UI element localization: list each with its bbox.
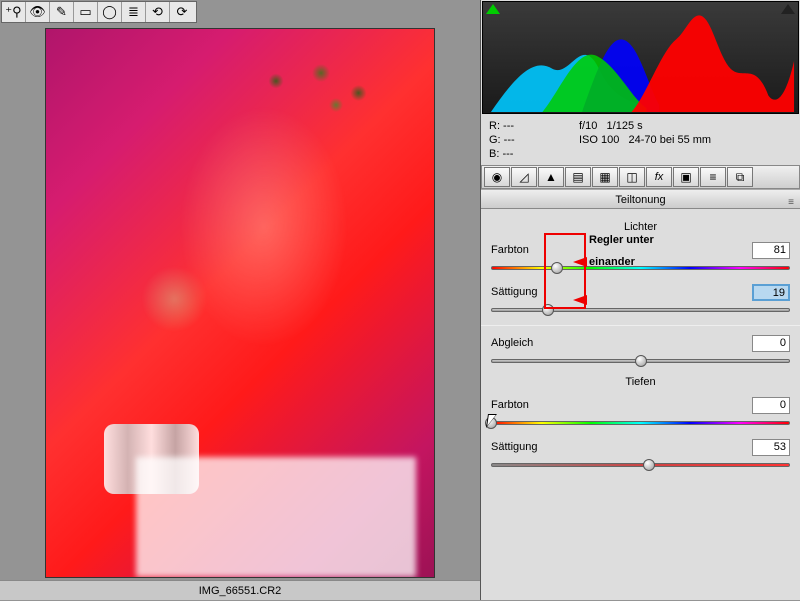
iso-label: ISO 100 (579, 134, 619, 146)
rect-icon[interactable]: ▭ (74, 2, 98, 22)
split-icon[interactable]: ◫ (619, 167, 645, 187)
shutter-label: 1/125 s (607, 120, 643, 132)
filename-label: IMG_66551.CR2 (0, 580, 480, 600)
oval-icon[interactable]: ◯ (98, 2, 122, 22)
right-panel: R: --- G: --- B: --- f/10 1/125 s ISO 10… (480, 0, 800, 600)
magnify-plus-icon[interactable]: ⁺⚲ (2, 2, 26, 22)
split-toning-panel: Lichter Farbton 81 Sättigung 19 Abgleich… (481, 209, 800, 488)
cursor-icon (487, 414, 501, 432)
shadows-hue-label: Farbton (491, 399, 559, 411)
exif-info: R: --- G: --- B: --- f/10 1/125 s ISO 10… (481, 115, 800, 165)
camera-icon[interactable]: ▣ (673, 167, 699, 187)
aperture-label: f/10 (579, 120, 597, 132)
readout-g: G: --- (489, 133, 579, 147)
histogram[interactable] (482, 1, 799, 114)
preview-image (45, 28, 435, 578)
panel-title: Teiltonung ≡ (481, 189, 800, 209)
highlights-sat-label: Sättigung (491, 286, 559, 298)
top-toolbar: ⁺⚲ 👁 ✎ ▭ ◯ ≣ ⟲ ⟳ (1, 1, 197, 23)
fx-icon[interactable]: fx (646, 167, 672, 187)
annotation-arrow-icon (573, 295, 587, 305)
shadows-sat-label: Sättigung (491, 441, 559, 453)
readout-b: B: --- (489, 147, 579, 161)
eye-icon[interactable]: 👁 (26, 2, 50, 22)
panel-tabstrip: ◉ ◿ ▲ ▤ ▦ ◫ fx ▣ ≡ ⧉ (481, 165, 800, 189)
highlights-heading: Lichter (491, 221, 790, 233)
brush-icon[interactable]: ✎ (50, 2, 74, 22)
highlights-sat-slider[interactable] (491, 303, 790, 317)
triangle-icon[interactable]: ▲ (538, 167, 564, 187)
highlights-hue-value[interactable]: 81 (752, 242, 790, 259)
shadows-sat-value[interactable]: 53 (752, 439, 790, 456)
readout-r: R: --- (489, 119, 579, 133)
balance-value[interactable]: 0 (752, 335, 790, 352)
shadows-hue-slider[interactable] (491, 416, 790, 430)
lens-label: 24-70 bei 55 mm (629, 134, 712, 146)
presets-icon[interactable]: ⧉ (727, 167, 753, 187)
rotate-cw-icon[interactable]: ⟳ (170, 2, 194, 22)
shadows-sat-slider[interactable] (491, 458, 790, 472)
highlights-hue-slider[interactable] (491, 261, 790, 275)
rotate-ccw-icon[interactable]: ⟲ (146, 2, 170, 22)
canvas-area[interactable] (0, 24, 480, 580)
sliders-icon[interactable]: ≡ (700, 167, 726, 187)
list-icon[interactable]: ≣ (122, 2, 146, 22)
shadows-heading: Tiefen (491, 376, 790, 388)
highlights-sat-value[interactable]: 19 (752, 284, 790, 301)
balance-slider[interactable] (491, 354, 790, 368)
highlights-hue-label: Farbton (491, 244, 559, 256)
aperture-icon[interactable]: ◉ (484, 167, 510, 187)
tone-icon[interactable]: ◿ (511, 167, 537, 187)
crop-icon[interactable]: ▤ (565, 167, 591, 187)
shadows-hue-value[interactable]: 0 (752, 397, 790, 414)
annotation-arrow-icon (573, 257, 587, 267)
balance-label: Abgleich (491, 337, 559, 349)
crop2-icon[interactable]: ▦ (592, 167, 618, 187)
